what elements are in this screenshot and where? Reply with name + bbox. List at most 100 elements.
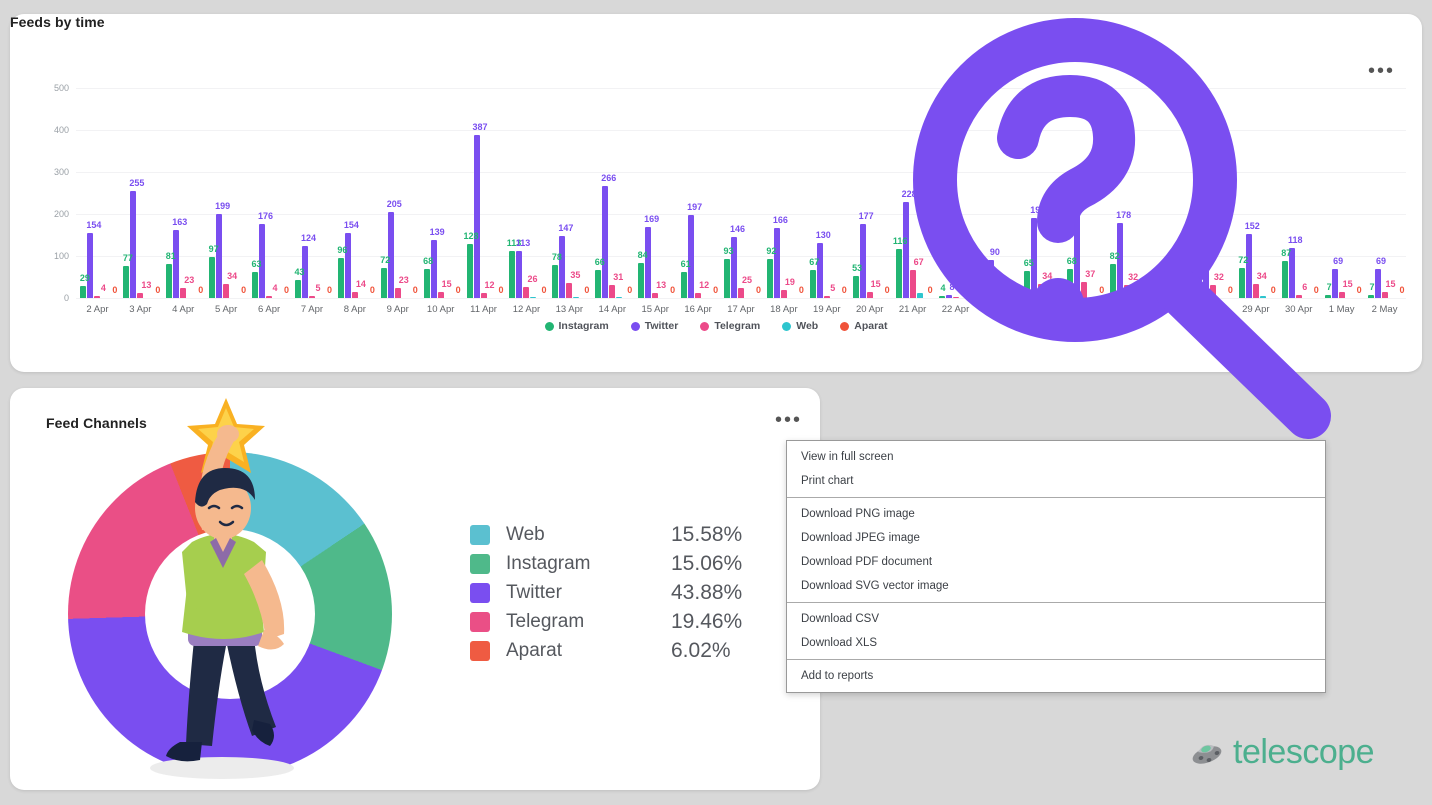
bar-telegram[interactable] bbox=[1382, 292, 1388, 298]
bar-group[interactable]: 961541408 Apr bbox=[333, 88, 376, 298]
bar-group[interactable]: 43124507 Apr bbox=[291, 88, 334, 298]
bar-instagram[interactable] bbox=[1110, 264, 1116, 298]
bar-twitter[interactable] bbox=[216, 214, 222, 298]
bar-twitter[interactable] bbox=[688, 215, 694, 298]
bar-telegram[interactable] bbox=[910, 270, 916, 298]
bar-group[interactable]: 6626631014 Apr bbox=[591, 88, 634, 298]
bar-group[interactable]: 40319027 Apr bbox=[1149, 88, 1192, 298]
bar-group[interactable]: 6519034024 Apr bbox=[1020, 88, 1063, 298]
bar-group[interactable]: 11311326012 Apr bbox=[505, 88, 548, 298]
bar-instagram[interactable] bbox=[552, 265, 558, 298]
bar-twitter[interactable] bbox=[345, 233, 351, 298]
bar-instagram[interactable] bbox=[1067, 269, 1073, 298]
bar-web[interactable] bbox=[616, 297, 622, 299]
bar-telegram[interactable] bbox=[566, 283, 572, 298]
bar-twitter[interactable] bbox=[946, 295, 952, 298]
bar-group[interactable]: 29154402 Apr bbox=[76, 88, 119, 298]
bar-instagram[interactable] bbox=[1024, 271, 1030, 298]
bar-instagram[interactable] bbox=[123, 266, 129, 298]
bar-telegram[interactable] bbox=[953, 297, 959, 299]
bar-twitter[interactable] bbox=[1332, 269, 1338, 298]
bar-telegram[interactable] bbox=[609, 285, 615, 298]
bar-twitter[interactable] bbox=[1160, 285, 1166, 298]
bar-telegram[interactable] bbox=[1339, 292, 1345, 298]
bar-group[interactable]: 722052309 Apr bbox=[376, 88, 419, 298]
bar-instagram[interactable] bbox=[981, 285, 987, 298]
bar-group[interactable]: 63176406 Apr bbox=[248, 88, 291, 298]
bar-group[interactable]: 6813915010 Apr bbox=[419, 88, 462, 298]
bar-telegram[interactable] bbox=[738, 288, 744, 299]
bar-twitter[interactable] bbox=[173, 230, 179, 298]
bar-web[interactable] bbox=[917, 293, 923, 298]
bar-instagram[interactable] bbox=[595, 270, 601, 298]
legend-item-instagram[interactable]: Instagram bbox=[545, 320, 609, 332]
bar-instagram[interactable] bbox=[810, 270, 816, 298]
context-menu-item[interactable]: View in full screen bbox=[787, 445, 1325, 469]
bar-twitter[interactable] bbox=[474, 135, 480, 298]
bar-telegram[interactable] bbox=[266, 296, 272, 298]
bar-twitter[interactable] bbox=[1246, 234, 1252, 298]
bar-twitter[interactable] bbox=[87, 233, 93, 298]
legend-item-web[interactable]: Web bbox=[782, 320, 818, 332]
bar-instagram[interactable] bbox=[896, 249, 902, 298]
bar-group[interactable]: 6119712016 Apr bbox=[677, 88, 720, 298]
bar-instagram[interactable] bbox=[1282, 261, 1288, 298]
bar-twitter[interactable] bbox=[431, 240, 437, 298]
bar-group[interactable]: 7814735013 Apr bbox=[548, 88, 591, 298]
ellipsis-icon[interactable]: ••• bbox=[1368, 66, 1395, 76]
bar-telegram[interactable] bbox=[1038, 284, 1044, 298]
context-menu-item[interactable]: Download PDF document bbox=[787, 550, 1325, 574]
bar-group[interactable]: 871186030 Apr bbox=[1277, 88, 1320, 298]
bar-instagram[interactable] bbox=[724, 259, 730, 298]
bar-telegram[interactable] bbox=[695, 293, 701, 298]
bar-telegram[interactable] bbox=[1081, 282, 1087, 298]
bar-telegram[interactable] bbox=[1167, 294, 1173, 298]
bar-instagram[interactable] bbox=[1196, 267, 1202, 299]
bar-group[interactable]: 12838712011 Apr bbox=[462, 88, 505, 298]
bar-instagram[interactable] bbox=[80, 286, 86, 298]
bar-twitter[interactable] bbox=[903, 202, 909, 298]
bar-instagram[interactable] bbox=[252, 272, 258, 298]
bar-group[interactable]: 309010023 Apr bbox=[977, 88, 1020, 298]
bar-group[interactable]: 6825537025 Apr bbox=[1063, 88, 1106, 298]
bar-web[interactable] bbox=[573, 297, 579, 299]
bar-instagram[interactable] bbox=[1239, 268, 1245, 298]
bar-twitter[interactable] bbox=[774, 228, 780, 298]
bar-web[interactable] bbox=[1260, 296, 1266, 298]
bar-telegram[interactable] bbox=[137, 293, 143, 298]
bar-instagram[interactable] bbox=[1368, 295, 1374, 298]
bar-twitter[interactable] bbox=[516, 251, 522, 298]
bar-group[interactable]: 9216619018 Apr bbox=[762, 88, 805, 298]
pie-legend-row[interactable]: Instagram15.06% bbox=[470, 549, 770, 578]
bar-telegram[interactable] bbox=[352, 292, 358, 298]
bar-telegram[interactable] bbox=[180, 288, 186, 298]
pie-legend-row[interactable]: Telegram19.46% bbox=[470, 607, 770, 636]
bar-instagram[interactable] bbox=[509, 251, 515, 298]
bar-twitter[interactable] bbox=[1074, 191, 1080, 298]
bar-instagram[interactable] bbox=[381, 268, 387, 298]
bar-telegram[interactable] bbox=[1296, 295, 1302, 298]
bar-telegram[interactable] bbox=[1253, 284, 1259, 298]
bar-instagram[interactable] bbox=[295, 280, 301, 298]
feed-channels-donut[interactable] bbox=[68, 452, 392, 776]
bar-twitter[interactable] bbox=[559, 236, 565, 298]
pie-legend-row[interactable]: Web15.58% bbox=[470, 520, 770, 549]
bar-instagram[interactable] bbox=[1325, 295, 1331, 298]
legend-item-telegram[interactable]: Telegram bbox=[700, 320, 760, 332]
legend-item-twitter[interactable]: Twitter bbox=[631, 320, 679, 332]
context-menu-item[interactable]: Print chart bbox=[787, 469, 1325, 493]
bar-group[interactable]: 5317715020 Apr bbox=[848, 88, 891, 298]
bar-telegram[interactable] bbox=[824, 296, 830, 298]
chart-context-menu[interactable]: View in full screenPrint chart Download P… bbox=[786, 440, 1326, 693]
bar-instagram[interactable] bbox=[853, 276, 859, 298]
bar-group[interactable]: 9314625017 Apr bbox=[720, 88, 763, 298]
bar-group[interactable]: 7215234029 Apr bbox=[1234, 88, 1277, 298]
bar-twitter[interactable] bbox=[1203, 234, 1209, 298]
bar-group[interactable]: 11622867021 Apr bbox=[891, 88, 934, 298]
bar-group[interactable]: 8217832026 Apr bbox=[1106, 88, 1149, 298]
bar-twitter[interactable] bbox=[817, 243, 823, 298]
bar-telegram[interactable] bbox=[395, 288, 401, 298]
context-menu-item[interactable]: Download XLS bbox=[787, 631, 1325, 655]
bar-telegram[interactable] bbox=[481, 293, 487, 298]
bar-instagram[interactable] bbox=[166, 264, 172, 298]
